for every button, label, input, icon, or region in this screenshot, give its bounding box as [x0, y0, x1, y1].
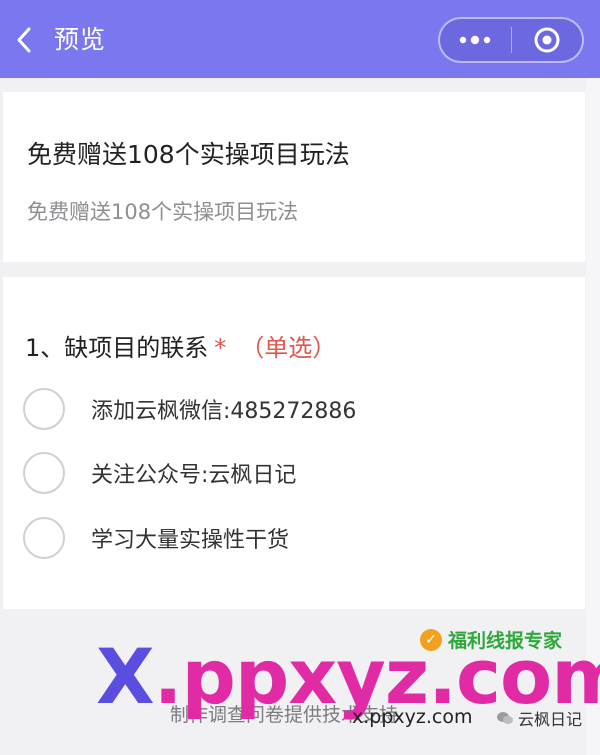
- radio-button[interactable]: [23, 388, 65, 430]
- watermark-large-x: X: [96, 632, 155, 721]
- option-label: 学习大量实操性干货: [91, 528, 290, 553]
- wechat-icon: [497, 712, 513, 724]
- option-label: 关注公众号:云枫日记: [91, 463, 297, 488]
- watermark-small-url: x.ppxyz.com: [352, 706, 473, 728]
- mini-program-capsule: [438, 17, 584, 63]
- radio-option-3[interactable]: 学习大量实操性干货: [23, 514, 563, 562]
- radio-option-1[interactable]: 添加云枫微信:485272886: [23, 385, 563, 433]
- watermark-account-name: 云枫日记: [518, 710, 583, 729]
- option-label: 添加云枫微信:485272886: [91, 399, 357, 424]
- watermark-account: 云枫日记: [496, 706, 582, 730]
- radio-button[interactable]: [23, 517, 65, 559]
- question-text: 1、缺项目的联系: [25, 334, 209, 362]
- radio-option-2[interactable]: 关注公众号:云枫日记: [23, 449, 563, 497]
- target-circle-icon[interactable]: [512, 19, 583, 61]
- question-type-label: （单选）: [240, 334, 337, 362]
- page-title: 预览: [54, 25, 107, 54]
- chevron-left-icon[interactable]: [8, 22, 40, 58]
- more-dots-icon[interactable]: [440, 19, 511, 61]
- question-card: 1、缺项目的联系 * （单选） 添加云枫微信:485272886 关注公众号:云枫日…: [3, 277, 585, 609]
- survey-header-card: 免费赠送108个实操项目玩法 免费赠送108个实操项目玩法: [3, 92, 585, 262]
- top-navigation-bar: 预览: [0, 0, 600, 78]
- radio-button[interactable]: [23, 452, 65, 494]
- survey-title: 免费赠送108个实操项目玩法: [27, 140, 350, 169]
- required-mark: *: [214, 334, 227, 362]
- question-title: 1、缺项目的联系 * （单选）: [25, 328, 336, 363]
- survey-description: 免费赠送108个实操项目玩法: [27, 200, 299, 224]
